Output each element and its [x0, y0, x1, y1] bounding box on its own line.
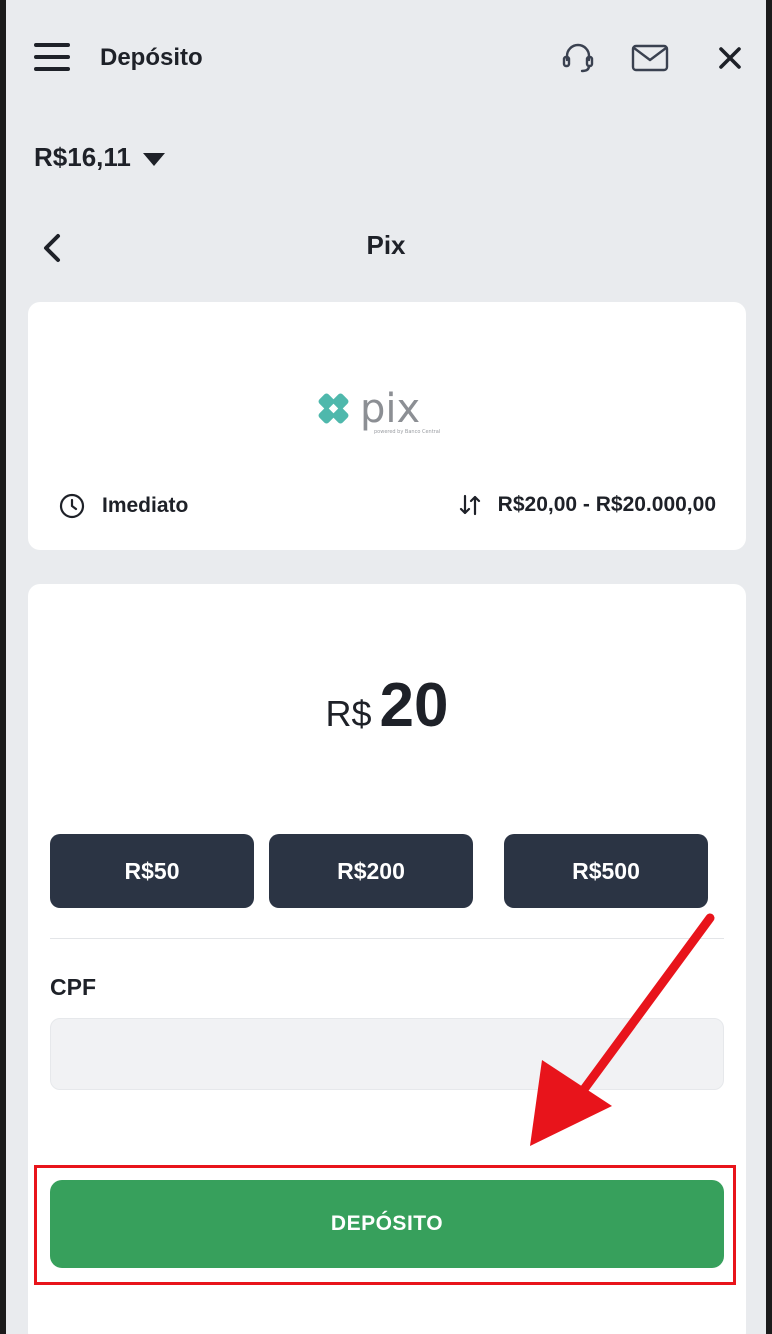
headset-icon[interactable] [558, 38, 598, 78]
arrows-up-down-icon [459, 494, 480, 516]
top-bar: Depósito [6, 0, 766, 118]
currency-symbol: R$ [325, 693, 372, 734]
method-title: Pix [366, 230, 406, 260]
pix-logo-text: pix [360, 386, 420, 432]
divider [50, 938, 724, 939]
quick-amount-button[interactable]: R$200 [269, 834, 473, 908]
amount-value: 20 [379, 671, 449, 740]
caret-down-icon [142, 152, 165, 166]
deposit-screen: Depósito R$16,11 Pix pix powered by Banc… [6, 0, 766, 1334]
clock-icon [59, 493, 85, 519]
close-icon[interactable] [710, 38, 750, 78]
envelope-icon[interactable] [630, 38, 670, 78]
quick-amount-button[interactable]: R$50 [50, 834, 254, 908]
deposit-limits-label: R$20,00 - R$20.000,00 [497, 493, 716, 516]
deposit-button[interactable]: DEPÓSITO [50, 1180, 724, 1268]
cpf-input[interactable] [50, 1018, 724, 1090]
pix-info-card: pix powered by Banco Central Imediato R$… [28, 302, 746, 550]
pix-logo: pix powered by Banco Central [314, 386, 464, 438]
hamburger-icon[interactable] [32, 40, 72, 74]
cpf-label: CPF [50, 974, 96, 1000]
balance-amount: R$16,11 [34, 142, 131, 172]
deposit-form-card: R$ 20 R$50 R$200 R$500 CPF DEPÓSITO [28, 584, 746, 1334]
deposit-limits: R$20,00 - R$20.000,00 [456, 492, 716, 518]
processing-time-label: Imediato [102, 494, 189, 517]
page-title: Depósito [100, 44, 203, 71]
quick-amount-button[interactable]: R$500 [504, 834, 708, 908]
amount-display[interactable]: R$ 20 [28, 670, 746, 741]
balance-selector[interactable]: R$16,11 [34, 142, 165, 173]
pix-logo-subtext: powered by Banco Central [374, 429, 440, 435]
processing-time: Imediato [58, 492, 188, 520]
